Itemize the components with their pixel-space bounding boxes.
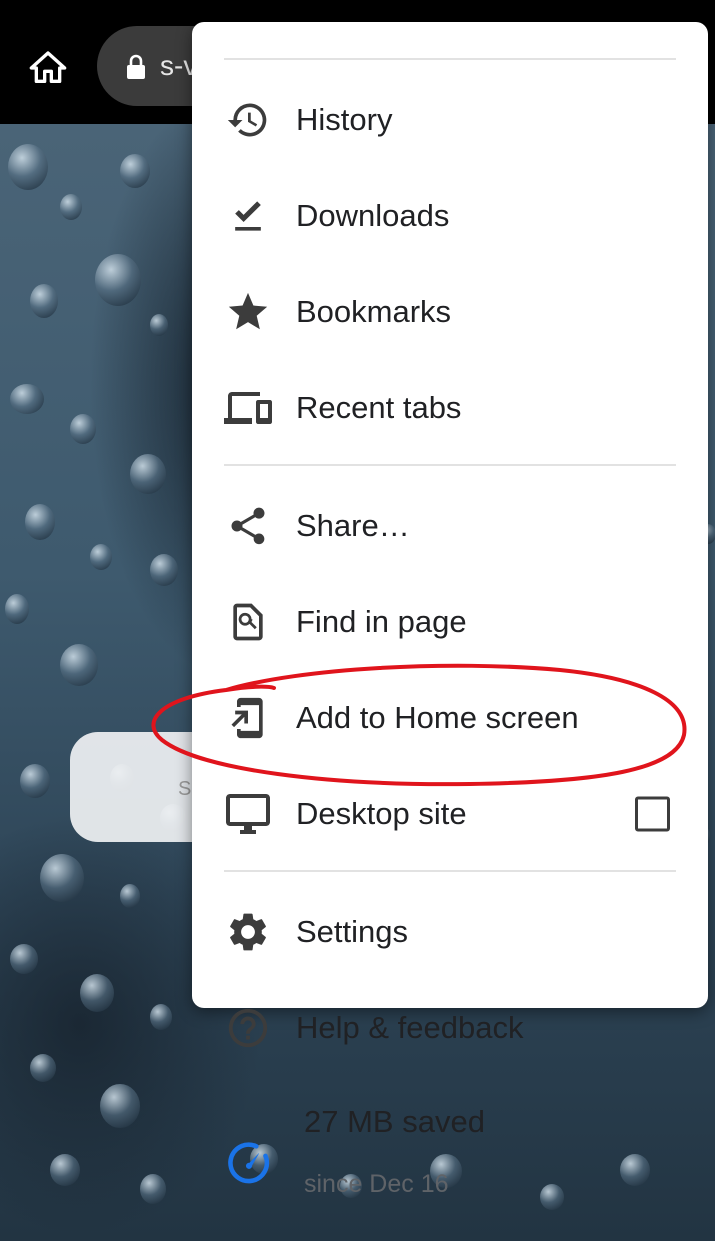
devices-icon — [224, 384, 272, 432]
lock-icon — [127, 54, 145, 79]
desktop-site-checkbox[interactable] — [635, 796, 670, 832]
menu-item-bookmarks[interactable]: Bookmarks — [192, 264, 708, 360]
download-done-icon — [224, 192, 272, 240]
add-to-home-screen-icon — [224, 694, 272, 742]
menu-item-find-in-page[interactable]: Find in page — [192, 574, 708, 670]
menu-item-help-feedback[interactable]: Help & feedback — [192, 980, 708, 1076]
home-icon — [29, 51, 67, 84]
menu-item-label: Share… — [296, 508, 410, 543]
menu-item-label: Downloads — [296, 198, 450, 233]
menu-item-recent-tabs[interactable]: Recent tabs — [192, 360, 708, 456]
menu-divider — [224, 870, 676, 872]
menu-item-label: Find in page — [296, 604, 467, 639]
menu-item-settings[interactable]: Settings — [192, 884, 708, 980]
menu-item-label: Add to Home screen — [296, 700, 579, 735]
share-icon — [224, 502, 272, 550]
data-saver-subtitle: since Dec 16 — [304, 1170, 449, 1198]
menu-item-label: Bookmarks — [296, 294, 452, 329]
menu-item-label: Settings — [296, 914, 409, 949]
speedometer-icon — [226, 1140, 272, 1186]
desktop-icon — [224, 790, 272, 838]
menu-item-label: Desktop site — [296, 796, 467, 831]
menu-item-label: Recent tabs — [296, 390, 462, 425]
menu-item-share[interactable]: Share… — [192, 478, 708, 574]
data-saver-title: 27 MB saved — [304, 1104, 485, 1139]
find-in-page-icon — [224, 598, 272, 646]
overflow-menu: History Downloads Bookmarks Recent tabs … — [192, 22, 708, 1198]
menu-item-label: Help & feedback — [296, 1010, 524, 1045]
home-button[interactable] — [22, 42, 74, 94]
menu-item-desktop-site[interactable]: Desktop site — [192, 766, 708, 862]
gear-icon — [224, 908, 272, 956]
data-saver-summary[interactable]: 27 MB saved since Dec 16 — [192, 22, 708, 1198]
menu-item-add-to-home-screen[interactable]: Add to Home screen — [192, 670, 708, 766]
help-icon — [224, 1004, 272, 1052]
star-icon — [224, 288, 272, 336]
menu-divider — [224, 464, 676, 466]
menu-item-downloads[interactable]: Downloads — [192, 168, 708, 264]
search-hint-text: S — [178, 778, 192, 800]
